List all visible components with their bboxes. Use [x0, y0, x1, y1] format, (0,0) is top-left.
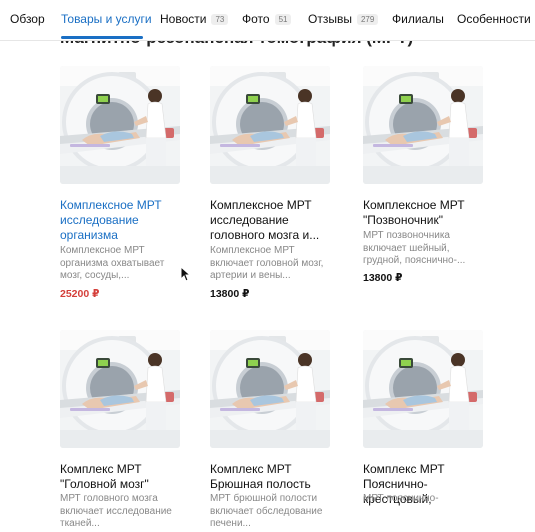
product-image	[60, 330, 180, 448]
tab-overview[interactable]: Обзор	[10, 12, 45, 26]
product-image	[363, 66, 483, 184]
product-price: 25200 ₽	[60, 288, 100, 300]
product-price: 13800 ₽	[210, 288, 250, 300]
tab-features[interactable]: Особенности	[457, 12, 531, 26]
tab-news-label: Новости	[160, 12, 207, 26]
tab-photos-label: Фото	[242, 12, 270, 26]
product-description: МРТ головного мозга включает исследовани…	[60, 493, 172, 529]
product-description: Комплексное МРТ включает головной мозг, …	[210, 245, 324, 281]
photos-count-badge: 51	[274, 14, 292, 25]
product-title[interactable]: Комплексное МРТ "Позвоночник"	[363, 198, 488, 228]
product-price: 13800 ₽	[363, 272, 403, 284]
category-tabs: Обзор Товары и услуги Новости 73 Фото 51 О…	[0, 0, 535, 41]
reviews-count-badge: 279	[356, 14, 379, 25]
mouse-cursor-icon	[180, 266, 190, 282]
tab-reviews[interactable]: Отзывы 279	[308, 12, 379, 26]
product-description: МРТ пояснично-	[363, 493, 439, 504]
news-count-badge: 73	[211, 14, 229, 25]
product-title[interactable]: Комплекс МРТ "Головной мозг"	[60, 462, 185, 492]
product-image	[60, 66, 180, 184]
product-description: Комплексное МРТ организма охватывает моз…	[60, 245, 165, 281]
product-description: МРТ брюшной полости включает обследовани…	[210, 493, 323, 529]
tab-products[interactable]: Товары и услуги	[61, 12, 152, 26]
product-title[interactable]: Комплекс МРТ Брюшная полость	[210, 462, 335, 492]
product-image	[210, 330, 330, 448]
tab-news[interactable]: Новости 73	[160, 12, 229, 26]
product-title[interactable]: Комплексное МРТ исследование организма	[60, 198, 185, 243]
product-title[interactable]: Комплексное МРТ исследование головного м…	[210, 198, 335, 243]
tab-photos[interactable]: Фото 51	[242, 12, 292, 26]
product-description: МРТ позвоночника включает шейный, грудно…	[363, 230, 466, 266]
tab-branches[interactable]: Филиалы	[392, 12, 444, 26]
tab-reviews-label: Отзывы	[308, 12, 352, 26]
product-image	[363, 330, 483, 448]
product-image	[210, 66, 330, 184]
active-tab-indicator	[61, 36, 143, 39]
